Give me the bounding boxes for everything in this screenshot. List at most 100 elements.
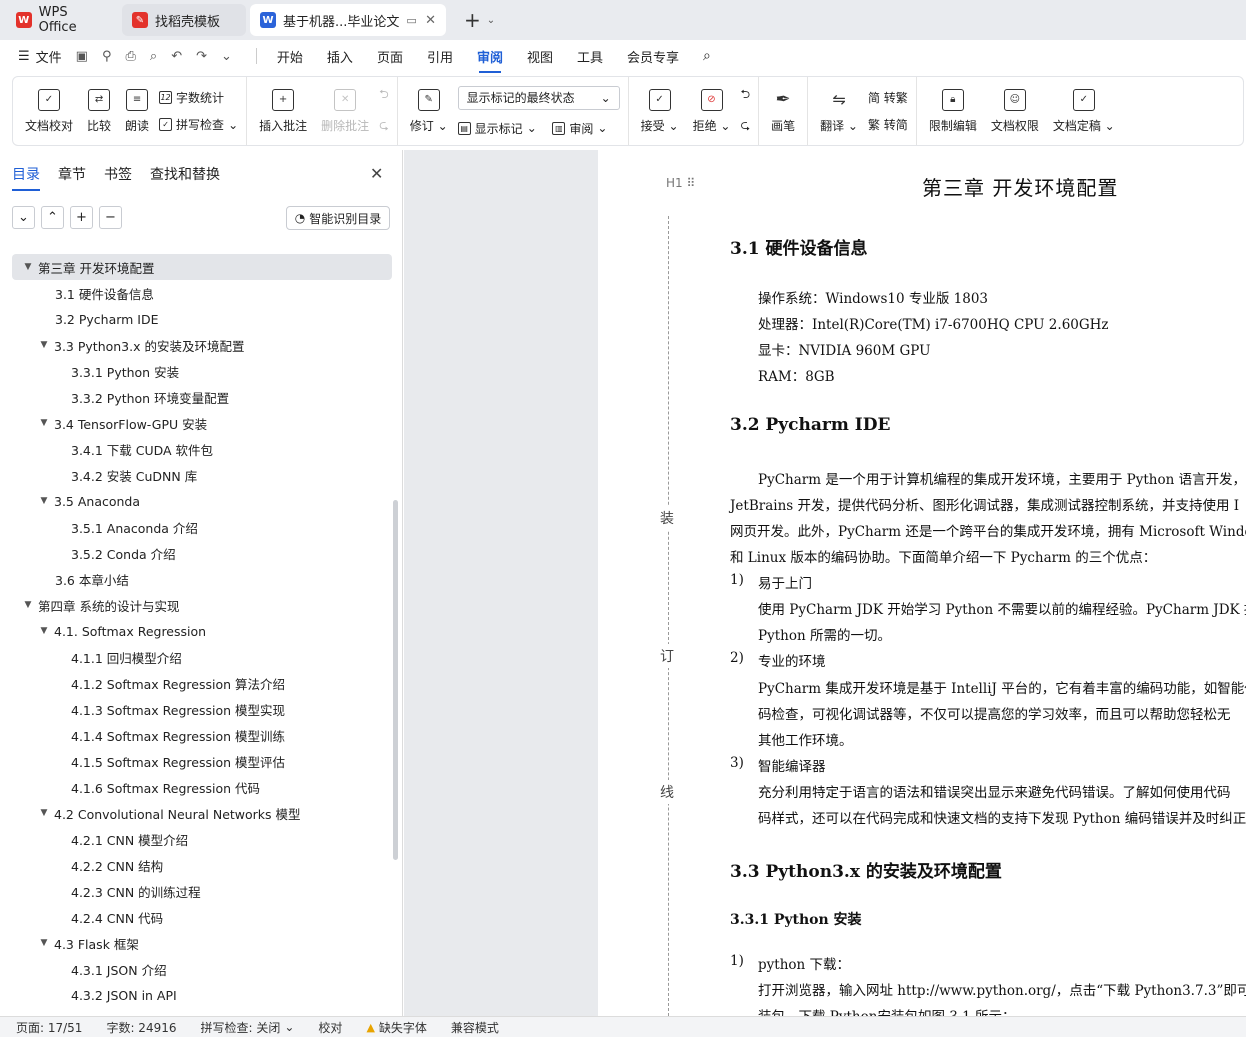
insert-comment-button[interactable]: + 插入批注 <box>255 88 311 134</box>
tab-sections[interactable]: 章节 <box>58 164 86 191</box>
toc-item[interactable]: 4.2.4 CNN 代码 <box>12 904 392 930</box>
toc-item[interactable]: ▼ 4.1. Softmax Regression <box>12 618 392 644</box>
remove-heading-button[interactable]: − <box>99 206 122 229</box>
toc-item[interactable]: ▼ 第四章 系统的设计与实现 <box>12 592 392 618</box>
tab-toc[interactable]: 目录 <box>12 164 40 191</box>
menu-references[interactable]: 引用 <box>427 47 453 66</box>
search-icon[interactable]: ⌕ <box>703 48 711 64</box>
toc-item[interactable]: 4.2.2 CNN 结构 <box>12 852 392 878</box>
toc-item[interactable]: ▼ 4.2 Convolutional Neural Networks 模型 <box>12 800 392 826</box>
doc-finalize-button[interactable]: ✓ 文档定稿 ⌄ <box>1049 88 1119 134</box>
doc-permission-button[interactable]: ☺ 文档权限 <box>987 88 1043 134</box>
toc-item[interactable]: 3.5.2 Conda 介绍 <box>12 540 392 566</box>
restore-window-icon[interactable]: ▭ <box>406 14 416 27</box>
expand-caret-icon[interactable]: ▼ <box>38 496 50 506</box>
tab-document[interactable]: W 基于机器...毕业论文 ▭ ✕ <box>250 4 446 36</box>
toc-item[interactable]: ▼ 第三章 开发环境配置 <box>12 254 392 280</box>
toc-item[interactable]: ▼ 3.5 Anaconda <box>12 488 392 514</box>
new-tab-button[interactable]: + ⌄ <box>464 8 495 32</box>
expand-caret-icon[interactable]: ▼ <box>38 938 50 948</box>
show-markup-button[interactable]: ▤ 显示标记 ⌄ <box>457 120 537 137</box>
print-preview-icon[interactable]: ⌕ <box>150 49 157 64</box>
toc-item[interactable]: 4.2.3 CNN 的训练过程 <box>12 878 392 904</box>
add-heading-button[interactable]: + <box>70 206 93 229</box>
spell-check-button[interactable]: ✓ 拼写检查 ⌄ <box>159 116 238 133</box>
toc-item[interactable]: 4.1.4 Softmax Regression 模型训练 <box>12 722 392 748</box>
pen-button[interactable]: ✒ 画笔 <box>767 89 799 134</box>
document-page[interactable]: H1 ⠿ 装 订 线 第三章 开发环境配置 3.1 硬件设备信息 操作系统：Wi… <box>598 150 1246 1016</box>
toc-item[interactable]: 4.2.1 CNN 模型介绍 <box>12 826 392 852</box>
delete-comment-button[interactable]: ✕ 删除批注 <box>317 88 373 134</box>
reject-button[interactable]: ⊘ 拒绝 ⌄ <box>689 88 735 134</box>
doc-check-button[interactable]: ✓ 文档校对 <box>21 88 77 134</box>
toc-item[interactable]: 4.3.1 JSON 介绍 <box>12 956 392 982</box>
menu-review[interactable]: 审阅 <box>477 47 503 73</box>
menu-home[interactable]: 开始 <box>277 47 303 66</box>
markup-state-select[interactable]: 显示标记的最终状态 ⌄ <box>457 85 620 110</box>
expand-caret-icon[interactable]: ▼ <box>22 262 34 272</box>
translate-button[interactable]: ⇋ 翻译 ⌄ <box>816 89 862 134</box>
accept-button[interactable]: ✓ 接受 ⌄ <box>637 88 683 134</box>
pane-scrollbar[interactable] <box>393 500 398 860</box>
tab-wps-office[interactable]: W WPS Office <box>6 4 118 36</box>
menu-member[interactable]: 会员专享 <box>627 47 679 66</box>
proofread-button[interactable]: 校对 <box>318 1019 342 1036</box>
menu-page[interactable]: 页面 <box>377 47 403 66</box>
toc-item[interactable]: 3.6 本章小结 <box>12 566 392 592</box>
toc-item[interactable]: 4.1.2 Softmax Regression 算法介绍 <box>12 670 392 696</box>
toc-item[interactable]: 3.4.1 下载 CUDA 软件包 <box>12 436 392 462</box>
page-indicator[interactable]: 页面: 17/51 <box>16 1019 82 1036</box>
compare-button[interactable]: ⇄ 比较 <box>83 88 115 134</box>
toc-item[interactable]: 4.1.5 Softmax Regression 模型评估 <box>12 748 392 774</box>
read-aloud-button[interactable]: ≡ 朗读 <box>121 88 153 134</box>
next-comment-icon[interactable]: ⮎ <box>379 116 389 137</box>
redo-icon[interactable]: ↷ <box>196 49 207 64</box>
expand-down-button[interactable]: ⌄ <box>12 206 35 229</box>
share-icon[interactable]: ⚲ <box>102 49 112 64</box>
toc-item[interactable]: 3.5.1 Anaconda 介绍 <box>12 514 392 540</box>
spell-check-status[interactable]: 拼写检查: 关闭 ⌄ <box>201 1019 295 1036</box>
toc-item[interactable]: ▼ 4.3 Flask 框架 <box>12 930 392 956</box>
toc-item[interactable]: 4.1.6 Softmax Regression 代码 <box>12 774 392 800</box>
expand-caret-icon[interactable]: ▼ <box>38 626 50 636</box>
toc-item[interactable]: 3.2 Pycharm IDE <box>12 306 392 332</box>
more-chevron-icon[interactable]: ⌄ <box>221 49 232 64</box>
toc-item[interactable]: ▼ 3.3 Python3.x 的安装及环境配置 <box>12 332 392 358</box>
toc-item[interactable]: 3.4.2 安装 CuDNN 库 <box>12 462 392 488</box>
next-change-icon[interactable]: ⮎ <box>740 116 750 137</box>
word-count-button[interactable]: 12 字数统计 <box>159 89 238 106</box>
file-menu[interactable]: ☰ 文件 <box>18 47 62 66</box>
track-changes-button[interactable]: ✎ 修订 ⌄ <box>406 88 452 134</box>
toc-item[interactable]: 3.1 硬件设备信息 <box>12 280 392 306</box>
close-tab-icon[interactable]: ✕ <box>425 13 436 28</box>
tab-find-replace[interactable]: 查找和替换 <box>150 164 220 191</box>
close-pane-icon[interactable]: ✕ <box>370 164 383 183</box>
expand-caret-icon[interactable]: ▼ <box>38 808 50 818</box>
heading-marker[interactable]: H1 ⠿ <box>666 176 695 190</box>
menu-tools[interactable]: 工具 <box>577 47 603 66</box>
previous-comment-icon[interactable]: ⮌ <box>379 85 389 106</box>
toc-item[interactable]: 4.3.2 JSON in API <box>12 982 392 1008</box>
smart-toc-button[interactable]: ◔ 智能识别目录 <box>286 206 390 230</box>
to-traditional-button[interactable]: 简 转繁 <box>868 89 908 106</box>
expand-caret-icon[interactable]: ▼ <box>22 600 34 610</box>
missing-font-button[interactable]: ▲ 缺失字体 <box>366 1019 426 1036</box>
save-icon[interactable]: ▣ <box>76 49 88 64</box>
tab-docer-templates[interactable]: ✎ 找稻壳模板 <box>122 4 246 36</box>
expand-caret-icon[interactable]: ▼ <box>38 340 50 350</box>
print-icon[interactable]: ⎙ <box>126 49 136 64</box>
word-count-indicator[interactable]: 字数: 24916 <box>106 1019 176 1036</box>
toc-item[interactable]: 4.1.3 Softmax Regression 模型实现 <box>12 696 392 722</box>
toc-item[interactable]: 3.3.2 Python 环境变量配置 <box>12 384 392 410</box>
toc-item[interactable]: ▼ 3.4 TensorFlow-GPU 安装 <box>12 410 392 436</box>
undo-icon[interactable]: ↶ <box>171 49 182 64</box>
menu-insert[interactable]: 插入 <box>327 47 353 66</box>
to-simplified-button[interactable]: 繁 转简 <box>868 116 908 133</box>
toc-item[interactable]: 3.3.1 Python 安装 <box>12 358 392 384</box>
tab-bookmarks[interactable]: 书签 <box>104 164 132 191</box>
toc-item[interactable]: 4.1.1 回归模型介绍 <box>12 644 392 670</box>
previous-change-icon[interactable]: ⮌ <box>740 85 750 106</box>
menu-view[interactable]: 视图 <box>527 47 553 66</box>
review-pane-button[interactable]: ▥ 审阅 ⌄ <box>552 120 607 137</box>
restrict-edit-button[interactable]: 🔒︎ 限制编辑 <box>925 88 981 134</box>
